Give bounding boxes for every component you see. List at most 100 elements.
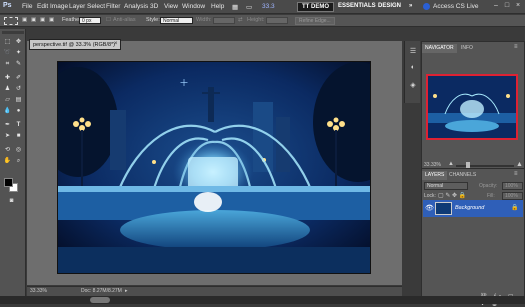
layer-lock-icon: 🔒 (511, 205, 519, 211)
scrollbar-thumb[interactable] (90, 297, 110, 303)
move-icon[interactable]: ✥ (14, 38, 23, 47)
panel-menu-icon[interactable]: ≡ (514, 44, 518, 50)
refine-edge-button[interactable]: Refine Edge... (295, 17, 335, 25)
feather-input[interactable]: 0 px (79, 17, 101, 24)
tab-info[interactable]: INFO (458, 44, 476, 53)
cs-live-icon[interactable] (423, 3, 430, 10)
menu-edit[interactable]: Edit (37, 3, 48, 10)
blur-icon[interactable]: 💧 (3, 107, 12, 116)
shape-icon[interactable]: ■ (14, 132, 23, 141)
workspace-essentials[interactable]: ESSENTIALS (334, 2, 380, 12)
lock-icons[interactable]: ▢ ✎ ✥ 🔒 (438, 192, 466, 199)
hand-icon[interactable]: ✋ (3, 157, 12, 166)
width-input[interactable] (213, 17, 235, 24)
width-label: Width: (196, 17, 212, 23)
brush-icon[interactable]: ✐ (14, 74, 23, 83)
eyedropper-icon[interactable]: ✎ (14, 60, 23, 69)
workspace-design[interactable]: DESIGN (374, 2, 405, 12)
bottom-scrollbar[interactable] (0, 296, 525, 304)
path-select-icon[interactable]: ➤ (3, 132, 12, 141)
bridge-icon[interactable]: ▦ (232, 3, 238, 11)
minimize-icon[interactable]: – (492, 2, 500, 10)
opacity-label: Opacity: (479, 183, 498, 189)
visibility-eye-icon[interactable]: 👁 (425, 204, 434, 212)
document-info: Doc: 8.27M/8.27M (81, 288, 122, 294)
magic-wand-icon[interactable]: ✦ (14, 49, 23, 58)
marquee-icon[interactable]: ⬚ (3, 38, 12, 47)
history-panel-icon[interactable]: ☰ (408, 47, 418, 57)
tab-navigator[interactable]: NAVIGATOR (422, 44, 457, 53)
workspace-tt-demo[interactable]: TT DEMO (297, 2, 334, 12)
eraser-icon[interactable]: ▱ (3, 96, 12, 105)
zoom-out-icon[interactable]: ▲ (448, 161, 454, 167)
fountain-photo (58, 62, 370, 273)
style-select[interactable]: Normal (160, 17, 193, 24)
close-window-icon[interactable]: × (514, 2, 522, 10)
opacity-input[interactable]: 100% (502, 182, 523, 190)
tools-grip[interactable] (2, 31, 24, 34)
3d-orbit-icon[interactable]: ◎ (14, 146, 23, 155)
menu-filter[interactable]: Filter (106, 3, 120, 10)
intersect-selection-icon[interactable]: ▣ (49, 17, 54, 23)
menu-help[interactable]: Help (211, 3, 224, 10)
navigator-preview[interactable] (426, 74, 518, 140)
layer-row-background[interactable]: 👁 Background 🔒 (423, 200, 523, 217)
antialias-label: Anti-alias (113, 17, 136, 23)
color-panel-icon[interactable]: ◐ (408, 63, 418, 73)
crop-icon[interactable]: ⌗ (3, 60, 12, 69)
zoom-level[interactable]: 33.3 (262, 3, 275, 10)
menu-3d[interactable]: 3D (150, 3, 158, 10)
tab-channels[interactable]: CHANNELS (446, 171, 479, 180)
status-zoom[interactable]: 33.33% (30, 288, 47, 294)
quick-mask-icon[interactable]: ◙ (7, 197, 16, 206)
close-tab-icon[interactable]: × (114, 39, 122, 50)
navigator-zoom-slider[interactable] (456, 165, 514, 167)
dodge-icon[interactable]: ● (14, 107, 23, 116)
menu-layer[interactable]: Layer (69, 3, 85, 10)
add-selection-icon[interactable]: ▣ (31, 17, 36, 23)
menu-file[interactable]: File (22, 3, 32, 10)
layers-panel: LAYERS CHANNELS ≡ Normal Opacity: 100% L… (421, 168, 525, 307)
gradient-icon[interactable]: ▤ (14, 96, 23, 105)
fill-label: Fill: (487, 193, 495, 199)
swap-icon[interactable]: ⇄ (238, 17, 243, 23)
document-canvas[interactable] (57, 61, 371, 274)
zoom-icon[interactable]: ⌕ (14, 157, 23, 166)
application-bar: Ps File Edit Image Layer Select Filter A… (0, 0, 525, 14)
new-selection-icon[interactable]: ▣ (22, 17, 27, 23)
layers-menu-icon[interactable]: ≡ (514, 171, 518, 177)
pen-icon[interactable]: ✒ (3, 121, 12, 130)
style-label: Style: (146, 17, 160, 23)
layer-name[interactable]: Background (455, 205, 484, 211)
document-tab[interactable]: perspective.tif @ 33.3% (RGB/8*) (29, 39, 121, 50)
subtract-selection-icon[interactable]: ▣ (40, 17, 45, 23)
healing-icon[interactable]: ✚ (3, 74, 12, 83)
cs-live-label[interactable]: Access CS Live (433, 3, 479, 10)
type-icon[interactable]: T (14, 121, 23, 130)
zoom-in-icon[interactable]: ▲ (516, 161, 523, 168)
height-input[interactable] (266, 17, 288, 24)
navigator-thumbnail (428, 76, 516, 138)
adjustments-panel-icon[interactable]: ◈ (408, 81, 418, 91)
mini-bridge-icon[interactable]: ▭ (246, 3, 252, 11)
rectangular-marquee-icon[interactable] (4, 17, 18, 25)
blend-mode-select[interactable]: Normal (424, 182, 468, 190)
menu-window[interactable]: Window (182, 3, 205, 10)
photoshop-logo: Ps (3, 2, 12, 9)
3d-rotate-icon[interactable]: ⟲ (3, 146, 12, 155)
menu-select[interactable]: Select (87, 3, 105, 10)
lasso-icon[interactable]: ➰ (3, 49, 12, 58)
menu-view[interactable]: View (164, 3, 178, 10)
maximize-icon[interactable]: □ (503, 2, 511, 10)
clone-stamp-icon[interactable]: ♟ (3, 85, 12, 94)
history-brush-icon[interactable]: ↺ (14, 85, 23, 94)
status-menu-icon[interactable]: ▸ (125, 288, 128, 294)
antialias-checkbox[interactable]: ☐ (106, 17, 111, 23)
lock-label: Lock: (424, 193, 436, 199)
workspace-more-button[interactable]: » (405, 2, 416, 12)
menu-image[interactable]: Image (50, 3, 68, 10)
foreground-color-swatch[interactable] (4, 178, 13, 187)
fill-input[interactable]: 100% (502, 192, 523, 200)
menu-analysis[interactable]: Analysis (124, 3, 148, 10)
tab-layers[interactable]: LAYERS (422, 171, 448, 180)
